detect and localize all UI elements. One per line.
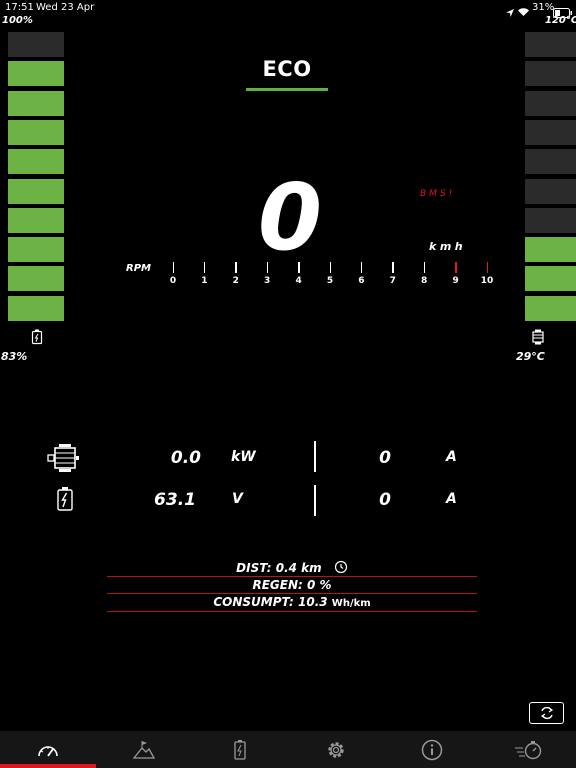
rpm-tick xyxy=(392,262,394,273)
rpm-tick xyxy=(360,262,363,273)
rpm-tick-label: 10 xyxy=(480,276,494,286)
temperature-gauge-segment xyxy=(525,295,576,321)
bms-warning: BMS! xyxy=(420,189,456,199)
motor-temperature-value: 29°C xyxy=(516,350,545,363)
battery-charge-icon xyxy=(31,329,43,349)
battery-gauge-segment xyxy=(8,295,64,321)
tab-battery[interactable] xyxy=(192,731,288,768)
stats-separator-2 xyxy=(107,593,477,594)
battery-voltage-unit: V xyxy=(232,491,243,507)
rpm-tick-label: 3 xyxy=(264,276,271,286)
battery-gauge-segment xyxy=(8,61,64,87)
battery-level-value: 83% xyxy=(1,350,28,363)
tab-dashboard[interactable] xyxy=(0,731,96,768)
trip-distance: DIST: 0.4 km xyxy=(108,560,476,577)
rpm-tick xyxy=(423,262,426,273)
consumption-value: CONSUMPT: 10.3 xyxy=(213,595,328,609)
battery-icon xyxy=(56,486,74,516)
regen-stat: REGEN: 0 % xyxy=(252,578,332,592)
battery-gauge-segment xyxy=(8,266,64,292)
motor-current-unit: A xyxy=(446,449,457,465)
fast-stopwatch-icon xyxy=(515,740,542,759)
motor-power-unit: kW xyxy=(231,449,256,465)
ride-mode-label[interactable]: ECO xyxy=(246,57,328,81)
refresh-icon xyxy=(540,706,553,720)
rpm-tick xyxy=(203,262,206,273)
temperature-gauge-segment xyxy=(525,90,576,116)
motor-power-value: 0.0 xyxy=(170,448,201,468)
status-time: 17:51 xyxy=(5,2,34,13)
rpm-tick xyxy=(298,262,300,273)
motor-icon xyxy=(47,443,81,477)
wifi-icon xyxy=(517,2,530,21)
right-gauge-max-label: 120°C xyxy=(545,15,576,26)
battery-gauge-segment xyxy=(8,149,64,175)
rpm-tick xyxy=(266,262,269,273)
tab-info[interactable] xyxy=(384,731,480,768)
status-date: Wed 23 Apr xyxy=(36,2,95,13)
rpm-tick-label: 0 xyxy=(169,276,177,286)
rpm-tick xyxy=(235,262,237,273)
rpm-label: RPM xyxy=(126,263,151,274)
stats-separator-1 xyxy=(107,576,477,577)
left-gauge-max-label: 100% xyxy=(2,15,33,26)
rpm-tick-label: 9 xyxy=(452,276,459,286)
motor-current-value: 0 xyxy=(379,448,391,468)
rpm-tick-label: 4 xyxy=(295,276,302,286)
temperature-gauge-segment xyxy=(525,178,576,204)
battery-gauge-segment xyxy=(8,119,64,145)
info-icon xyxy=(421,739,443,760)
battery-gauge-segment xyxy=(8,32,64,57)
rpm-tick-label: 2 xyxy=(232,276,239,286)
rpm-tick-label: 7 xyxy=(389,276,396,286)
battery-current-value: 0 xyxy=(379,490,391,510)
active-tab-indicator xyxy=(0,764,96,768)
rpm-tick xyxy=(172,262,174,273)
tab-settings[interactable] xyxy=(288,731,384,768)
ride-mode-underline xyxy=(246,88,328,91)
temperature-gauge-segment xyxy=(525,119,576,145)
consumption-stat: CONSUMPT: 10.3 Wh/km xyxy=(108,595,476,609)
battery-tab-icon xyxy=(234,739,246,760)
gear-icon xyxy=(328,741,344,758)
battery-gauge-segment xyxy=(8,237,64,263)
speedometer-icon xyxy=(38,745,58,757)
rpm-tick xyxy=(455,262,457,273)
readings-divider-bottom xyxy=(314,485,316,516)
stats-separator-3 xyxy=(107,611,477,612)
speed-unit: kmh xyxy=(429,240,467,253)
temperature-gauge-segment xyxy=(525,266,576,292)
rpm-tick-label: 1 xyxy=(201,276,208,286)
battery-gauge-segment xyxy=(8,178,64,204)
tab-performance[interactable] xyxy=(480,731,576,768)
consumption-unit: Wh/km xyxy=(331,598,371,609)
tab-route[interactable] xyxy=(96,731,192,768)
location-arrow-icon xyxy=(505,3,515,22)
battery-gauge-segment xyxy=(8,90,64,116)
temperature-gauge-segment xyxy=(525,207,576,233)
rpm-tick-label: 6 xyxy=(358,276,365,286)
temperature-gauge-segment xyxy=(525,149,576,175)
battery-current-unit: A xyxy=(446,491,457,507)
battery-percent: 31% xyxy=(532,2,555,13)
readings-divider-top xyxy=(314,441,316,472)
trip-distance-text: DIST: 0.4 km xyxy=(236,561,322,575)
mountain-flag-icon xyxy=(132,740,156,759)
battery-voltage-value: 63.1 xyxy=(154,490,196,510)
temperature-gauge-segment xyxy=(525,61,576,87)
motor-temperature-icon xyxy=(531,329,545,349)
battery-gauge-segment xyxy=(8,207,64,233)
rpm-tick xyxy=(486,262,488,273)
speed-value: 0 xyxy=(257,164,322,271)
refresh-button[interactable] xyxy=(529,702,564,724)
temperature-gauge-segment xyxy=(525,237,576,263)
rpm-tick xyxy=(329,262,331,273)
reset-trip-icon[interactable] xyxy=(334,560,348,577)
rpm-tick-label: 5 xyxy=(326,276,334,286)
rpm-tick-label: 8 xyxy=(421,276,428,286)
temperature-gauge-segment xyxy=(525,32,576,57)
